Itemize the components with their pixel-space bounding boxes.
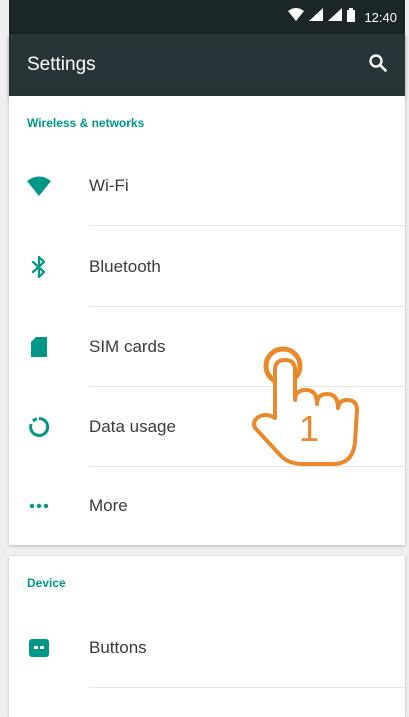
status-time: 12:40: [364, 9, 397, 25]
settings-item-bluetooth[interactable]: Bluetooth: [9, 227, 405, 307]
signal-icon: [309, 8, 324, 26]
battery-icon: [347, 7, 356, 27]
settings-item-label: Buttons: [89, 638, 147, 657]
section-header-device: Device: [27, 576, 66, 590]
section-header-wireless: Wireless & networks: [27, 116, 145, 130]
phone-screen: 12:40 Settings Wireless & networks Wi-Fi…: [9, 0, 405, 717]
device-card: Device Buttons: [9, 556, 405, 717]
sim-card-icon: [27, 335, 51, 359]
page-title: Settings: [27, 54, 96, 75]
data-usage-icon: [27, 415, 51, 439]
status-bar: 12:40: [9, 0, 405, 34]
more-dots-icon: [27, 494, 51, 518]
search-button[interactable]: [365, 52, 391, 78]
settings-item-label: SIM cards: [89, 337, 166, 356]
signal-icon: [328, 8, 343, 26]
wifi-icon: [288, 8, 305, 26]
settings-item-label: Wi-Fi: [89, 176, 129, 195]
search-icon: [368, 53, 388, 78]
settings-item-more[interactable]: More: [9, 466, 405, 546]
settings-item-label: Data usage: [89, 417, 176, 436]
settings-item-sim-cards[interactable]: SIM cards: [9, 307, 405, 387]
settings-item-wifi[interactable]: Wi-Fi: [9, 146, 405, 226]
settings-item-data-usage[interactable]: Data usage: [9, 387, 405, 467]
screen-frame: 12:40 Settings Wireless & networks Wi-Fi…: [0, 0, 409, 717]
divider: [89, 225, 405, 226]
wifi-icon: [27, 174, 51, 198]
wireless-networks-card: Wireless & networks Wi-Fi Bluetooth SIM …: [9, 96, 405, 545]
bluetooth-icon: [27, 255, 51, 279]
buttons-icon: [27, 636, 51, 660]
app-bar: Settings: [9, 34, 405, 96]
divider: [89, 687, 405, 688]
settings-item-label: More: [89, 496, 128, 515]
status-icons: 12:40: [288, 7, 397, 27]
settings-item-label: Bluetooth: [89, 257, 161, 276]
settings-item-buttons[interactable]: Buttons: [9, 608, 405, 688]
